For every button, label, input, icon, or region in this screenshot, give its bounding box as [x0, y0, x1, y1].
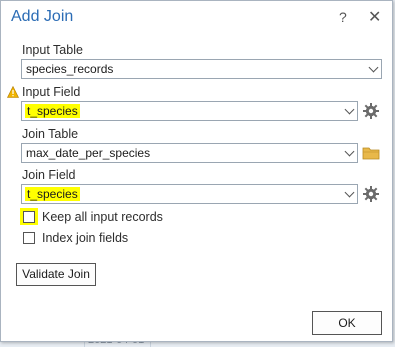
- ok-button[interactable]: OK: [312, 311, 382, 335]
- input-field-value: t_species: [25, 104, 80, 118]
- input-table-combo[interactable]: species_records: [21, 59, 382, 79]
- dialog-title: Add Join: [11, 8, 74, 25]
- join-table-value: max_date_per_species: [26, 146, 151, 160]
- gear-icon[interactable]: [362, 102, 380, 120]
- gear-icon[interactable]: [362, 185, 380, 203]
- chevron-down-icon[interactable]: [344, 104, 355, 115]
- validate-join-button[interactable]: Validate Join: [16, 263, 96, 286]
- warning-icon: [7, 86, 19, 98]
- join-field-combo[interactable]: t_species: [21, 184, 358, 204]
- join-field-label: Join Field: [22, 168, 76, 182]
- chevron-down-icon[interactable]: [344, 187, 355, 198]
- input-table-label: Input Table: [22, 43, 83, 57]
- join-field-value: t_species: [25, 187, 80, 201]
- help-button[interactable]: ?: [339, 9, 347, 25]
- add-join-dialog: Add Join ? ✕ Input Table species_records…: [0, 0, 393, 342]
- keep-all-records-checkbox[interactable]: [23, 211, 35, 223]
- folder-icon[interactable]: [362, 145, 380, 161]
- keep-all-records-label: Keep all input records: [42, 210, 163, 224]
- input-field-combo[interactable]: t_species: [21, 101, 358, 121]
- index-join-fields-label: Index join fields: [42, 231, 129, 245]
- index-join-fields-checkbox[interactable]: [23, 232, 35, 244]
- input-field-label: Input Field: [22, 85, 81, 99]
- chevron-down-icon[interactable]: [344, 146, 355, 157]
- input-table-value: species_records: [26, 62, 114, 76]
- join-table-combo[interactable]: max_date_per_species: [21, 143, 358, 163]
- join-table-label: Join Table: [22, 127, 79, 141]
- chevron-down-icon[interactable]: [368, 62, 379, 73]
- close-button[interactable]: ✕: [368, 7, 381, 27]
